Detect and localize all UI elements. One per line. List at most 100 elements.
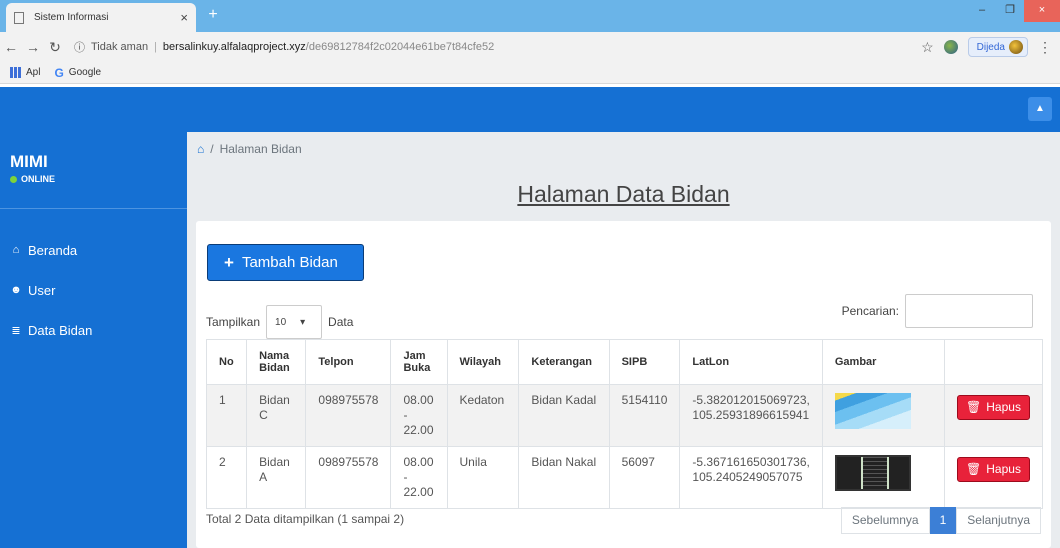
reload-icon[interactable]: ↻ xyxy=(44,39,66,56)
url-host[interactable]: bersalinkuy.alfalaqproject.xyz xyxy=(163,41,306,53)
add-bidan-button[interactable]: + Tambah Bidan xyxy=(207,244,364,281)
table-header-row: No Nama Bidan Telpon Jam Buka Wilayah Ke… xyxy=(205,339,1043,385)
page-length-control: Tampilkan 10 ▾ Data xyxy=(206,305,353,339)
browser-tab-bar: Sistem Informasi × + – ❐ × xyxy=(0,0,1060,32)
user-menu-button[interactable]: ▲ xyxy=(1028,97,1052,121)
sidebar-item-label: Beranda xyxy=(28,242,78,258)
cell-wilayah: Kedaton xyxy=(446,384,520,447)
cell-no: 1 xyxy=(205,384,248,447)
divider: | xyxy=(154,41,157,53)
cell-telpon: 098975578 xyxy=(305,384,392,447)
cell-nama: Bidan C xyxy=(246,384,307,447)
data-card: + Tambah Bidan Tampilkan 10 ▾ Data Penca… xyxy=(196,221,1051,548)
sidebar-item-data-bidan[interactable]: ≣ Data Bidan xyxy=(0,310,187,350)
home-icon: ⌂ xyxy=(12,244,20,256)
column-header xyxy=(944,339,1043,385)
status-label: ONLINE xyxy=(21,174,56,184)
column-header[interactable]: LatLon xyxy=(679,339,823,385)
url-path[interactable]: /de69812784f2c02044e61be7t84cfe52 xyxy=(306,41,494,53)
table-row: 1 Bidan C 098975578 08.00 - 22.00 Kedato… xyxy=(205,384,1043,447)
cell-gambar xyxy=(821,384,946,447)
page-icon xyxy=(14,11,24,24)
browser-tab[interactable]: Sistem Informasi × xyxy=(6,3,196,32)
window-close-icon[interactable]: × xyxy=(1024,0,1060,22)
delete-label: Hapus xyxy=(986,462,1021,476)
column-header[interactable]: Wilayah xyxy=(446,339,520,385)
cell-jam: 08.00 - 22.00 xyxy=(390,446,448,509)
column-header[interactable]: Jam Buka xyxy=(390,339,448,385)
google-icon: G xyxy=(54,65,64,80)
sidebar-item-user[interactable]: ☻ User xyxy=(0,270,187,310)
page-title-text: Halaman Data Bidan xyxy=(517,181,730,207)
data-label: Data xyxy=(328,315,354,329)
prev-page-button[interactable]: Sebelumnya xyxy=(840,507,930,534)
chevron-down-icon: ▾ xyxy=(300,316,306,328)
avatar xyxy=(1009,40,1023,54)
maximize-icon[interactable]: ❐ xyxy=(996,0,1024,22)
user-icon: ▲ xyxy=(1035,103,1045,114)
database-icon: ≣ xyxy=(11,324,21,337)
delete-button[interactable]: 🗑 Hapus xyxy=(957,457,1030,482)
sidebar-divider xyxy=(0,208,187,209)
sidebar-item-beranda[interactable]: ⌂ Beranda xyxy=(0,230,187,270)
profile-name: Dijeda xyxy=(976,41,1005,53)
sidebar-brand: MIMI xyxy=(10,152,48,171)
breadcrumb-current: Halaman Bidan xyxy=(219,142,302,156)
trash-icon: 🗑 xyxy=(966,400,982,414)
page-length-value: 10 xyxy=(275,316,287,328)
search-control: Pencarian: xyxy=(842,294,1033,328)
next-page-button[interactable]: Selanjutnya xyxy=(956,507,1041,534)
window-controls: – ❐ × xyxy=(968,0,1060,22)
tab-title: Sistem Informasi xyxy=(34,12,109,23)
sidebar-menu: ⌂ Beranda ☻ User ≣ Data Bidan xyxy=(0,230,187,350)
bookmark-apps[interactable]: Apl xyxy=(10,67,40,78)
users-icon: ☻ xyxy=(10,284,22,296)
status-dot-icon xyxy=(10,175,17,183)
search-input[interactable] xyxy=(905,294,1033,328)
top-navbar: ▲ xyxy=(0,87,1060,132)
bookmarks-bar: Apl G Google xyxy=(0,62,1060,84)
bidan-image xyxy=(834,455,911,491)
column-header[interactable]: No xyxy=(205,339,248,385)
column-header[interactable]: Gambar xyxy=(821,339,946,385)
cell-latlon: -5.367161650301736, 105.2405249057075 xyxy=(679,446,823,509)
security-label: Tidak aman xyxy=(91,41,149,53)
cell-telpon: 098975578 xyxy=(305,446,392,509)
add-bidan-label: Tambah Bidan xyxy=(241,254,338,271)
cell-action: 🗑 Hapus xyxy=(944,446,1043,509)
cell-no: 2 xyxy=(205,446,248,509)
bookmark-label: Google xyxy=(68,67,102,78)
page-length-select[interactable]: 10 ▾ xyxy=(266,305,323,339)
forward-icon[interactable]: → xyxy=(22,39,44,55)
menu-dots-icon[interactable]: ⋮ xyxy=(1038,39,1052,56)
page-button[interactable]: 1 xyxy=(929,507,957,534)
delete-button[interactable]: 🗑 Hapus xyxy=(957,395,1030,420)
bidan-image xyxy=(834,393,911,429)
minimize-icon[interactable]: – xyxy=(968,0,996,22)
show-label: Tampilkan xyxy=(206,315,261,329)
sidebar-item-label: User xyxy=(28,282,56,298)
back-icon[interactable]: ← xyxy=(0,39,22,55)
close-tab-icon[interactable]: × xyxy=(180,10,188,25)
column-header[interactable]: Keterangan xyxy=(518,339,610,385)
cell-keterangan: Bidan Nakal xyxy=(518,446,610,509)
cell-keterangan: Bidan Kadal xyxy=(518,384,610,447)
info-icon[interactable]: ⓘ xyxy=(74,39,85,55)
bookmark-star-icon[interactable]: ☆ xyxy=(921,39,934,56)
profile-button[interactable]: Dijeda xyxy=(967,37,1028,57)
table-row: 2 Bidan A 098975578 08.00 - 22.00 Unila … xyxy=(205,446,1043,509)
column-header[interactable]: Nama Bidan xyxy=(246,339,307,385)
breadcrumb-separator: / xyxy=(210,142,214,156)
main-content: ⌂ / Halaman Bidan Halaman Data Bidan + T… xyxy=(187,132,1060,548)
cell-gambar xyxy=(821,446,946,509)
home-icon[interactable]: ⌂ xyxy=(197,142,204,156)
online-status: ONLINE xyxy=(0,174,187,184)
new-tab-icon[interactable]: + xyxy=(204,6,222,24)
cell-action: 🗑 Hapus xyxy=(944,384,1043,447)
extension-icon[interactable] xyxy=(943,40,958,54)
column-header[interactable]: SIPB xyxy=(608,339,681,385)
cell-wilayah: Unila xyxy=(446,446,520,509)
column-header[interactable]: Telpon xyxy=(305,339,392,385)
bookmark-google[interactable]: G Google xyxy=(54,66,101,80)
cell-sipb: 56097 xyxy=(608,446,681,509)
